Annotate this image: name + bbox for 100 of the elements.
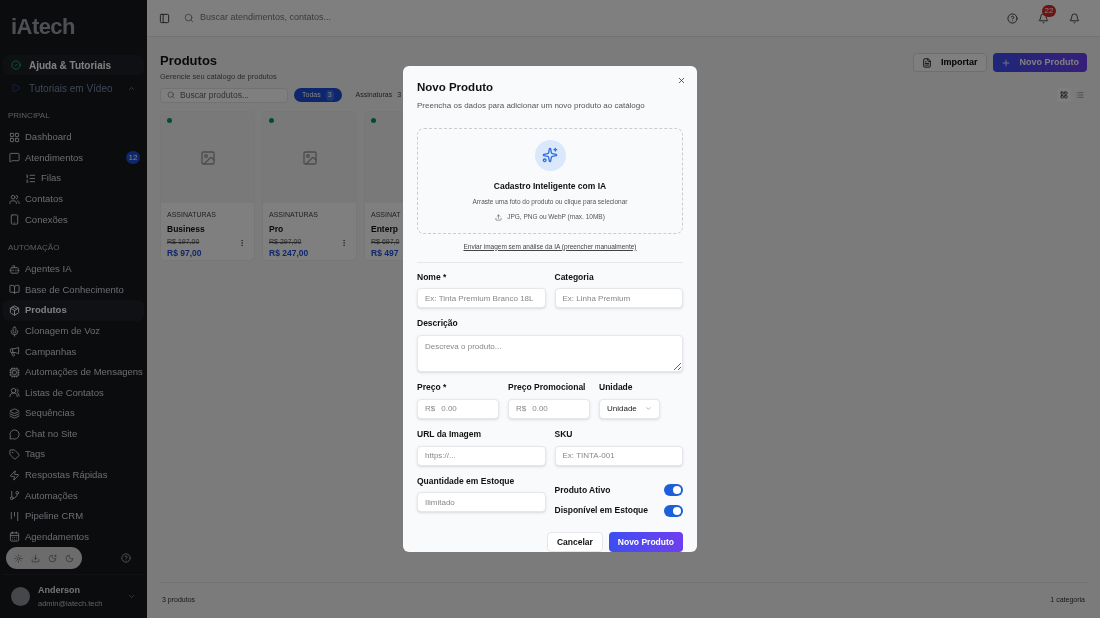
- image-placeholder-icon: [301, 149, 318, 166]
- new-product-button[interactable]: Novo Produto: [992, 53, 1087, 72]
- product-price: R$ 97,00: [167, 247, 202, 260]
- nav-icon: [9, 263, 20, 275]
- image-url-field[interactable]: https://...: [417, 445, 546, 466]
- nav-icon: [9, 490, 20, 502]
- sparkles-icon: [542, 147, 558, 164]
- download-icon[interactable]: [31, 553, 40, 563]
- nav-icon: [9, 449, 20, 461]
- global-search-field[interactable]: Buscar atendimentos, contatos...: [184, 7, 434, 29]
- dialog-subtitle: Preencha os dados para adicionar um novo produto ao catálogo: [417, 100, 646, 113]
- product-price: R$ 247,00: [269, 247, 309, 260]
- nav-item[interactable]: Contatos: [3, 188, 144, 210]
- description-field[interactable]: Descreva o produto...: [417, 335, 683, 372]
- help-link[interactable]: Ajuda & Tutoriais: [3, 55, 144, 75]
- nav-icon: [9, 428, 20, 440]
- category-field[interactable]: Ex: Linha Premium: [554, 288, 683, 309]
- list-icon: [1076, 91, 1084, 100]
- help-icon[interactable]: [1007, 12, 1018, 24]
- chevron-icon[interactable]: [127, 592, 136, 601]
- field-label: Preço Promocional: [508, 381, 587, 394]
- import-button[interactable]: Importar: [913, 53, 987, 72]
- close-icon[interactable]: [677, 76, 686, 85]
- moon-star-icon[interactable]: [48, 553, 57, 563]
- nav-item[interactable]: Conexões: [3, 209, 144, 230]
- logo: iAtech: [11, 12, 75, 41]
- grid-view-button[interactable]: [1057, 88, 1071, 103]
- nav-item[interactable]: Respostas Rápidas: [3, 464, 144, 486]
- nav-icon: [9, 531, 20, 542]
- field-label: Descrição: [417, 317, 459, 330]
- nav-item[interactable]: Tags: [3, 444, 144, 465]
- nav-item[interactable]: Produtos: [3, 300, 144, 321]
- nav-icon: [9, 193, 20, 205]
- toggle-switch[interactable]: [664, 483, 683, 496]
- nav-icon: [9, 366, 20, 378]
- product-name: Pro: [269, 222, 285, 236]
- nav-icon: [9, 214, 20, 226]
- submit-button[interactable]: Novo Produto: [608, 532, 683, 552]
- field-label: Categoria: [554, 270, 595, 284]
- product-price: R$ 497: [371, 247, 399, 260]
- field-label: Quantidade em Estoque: [417, 474, 516, 488]
- field-label: Unidade: [599, 381, 634, 394]
- price-field[interactable]: R$ 0.00: [417, 398, 499, 419]
- chevron-icon: [644, 405, 652, 413]
- avatar: [11, 587, 30, 606]
- price-field[interactable]: R$ 0.00: [508, 398, 590, 419]
- nav-icon: [9, 284, 20, 296]
- nav-item[interactable]: Base de Conhecimento: [3, 279, 144, 301]
- sidebar-toggle-icon[interactable]: [159, 12, 170, 24]
- nav-icon: [9, 469, 20, 481]
- dialog-title: Novo Produto: [417, 80, 495, 95]
- name-field[interactable]: Ex: Tinta Premium Branco 18L: [417, 288, 546, 309]
- nav-item[interactable]: Chat no Site: [3, 423, 144, 445]
- field-label: Preço *: [417, 381, 448, 394]
- upload-title: Cadastro Inteligente com IA: [493, 179, 607, 193]
- product-search-field[interactable]: Buscar produtos...: [160, 87, 288, 103]
- product-name: Business: [167, 222, 206, 236]
- nav-item[interactable]: Atendimentos 12: [3, 147, 144, 169]
- nav-icon: [9, 510, 20, 522]
- help-icon[interactable]: [121, 553, 131, 563]
- stock-field[interactable]: Ilimitado: [417, 492, 546, 513]
- nav-icon: [9, 387, 20, 399]
- nav-icon: [9, 131, 20, 143]
- more-icon[interactable]: [238, 239, 246, 248]
- play-icon: [11, 83, 21, 93]
- nav-item[interactable]: Filas: [3, 168, 144, 189]
- nav-item[interactable]: Sequências: [3, 403, 144, 424]
- nav-item[interactable]: Automações: [3, 485, 144, 507]
- toggle-switch[interactable]: [664, 504, 683, 517]
- upload-icon: [495, 213, 503, 221]
- section-title: AUTOMAÇÃO: [7, 241, 61, 254]
- nav-icon: [9, 407, 20, 419]
- user-name: Anderson: [38, 584, 81, 598]
- product-name: Enterp: [371, 222, 399, 236]
- notifications-icon[interactable]: [1038, 12, 1049, 24]
- nav-icon: [9, 152, 20, 164]
- count-badge: 12: [126, 151, 140, 165]
- field-label: URL da Imagem: [417, 427, 483, 441]
- page-title: Produtos: [160, 52, 219, 70]
- nav-item[interactable]: Dashboard: [3, 127, 144, 148]
- toggle-label: Produto Ativo: [554, 483, 611, 497]
- moon-icon[interactable]: [65, 553, 74, 563]
- unit-select[interactable]: Unidade: [599, 398, 660, 419]
- nav-item[interactable]: Automações de Mensagens: [3, 361, 144, 383]
- nav-item[interactable]: Clonagem de Voz: [3, 320, 144, 342]
- nav-item[interactable]: Agendamentos: [3, 526, 144, 542]
- notification-badge: 22: [1042, 4, 1056, 17]
- image-placeholder-icon: [199, 149, 216, 166]
- nav-item[interactable]: Pipeline CRM: [3, 506, 144, 527]
- plus-icon: [1000, 57, 1011, 68]
- nav-item[interactable]: Agentes IA: [3, 258, 144, 280]
- sun-icon[interactable]: [14, 553, 23, 563]
- cancel-button[interactable]: Cancelar: [546, 532, 603, 552]
- video-link[interactable]: Tutoriais em Vídeo: [3, 78, 144, 98]
- nav-item[interactable]: Listas de Contatos: [3, 382, 144, 404]
- nav-item[interactable]: Campanhas: [3, 341, 144, 362]
- bell-icon[interactable]: [1069, 12, 1080, 24]
- sku-field[interactable]: Ex: TINTA-001: [554, 445, 683, 466]
- search-icon: [184, 13, 194, 23]
- more-icon[interactable]: [340, 239, 348, 248]
